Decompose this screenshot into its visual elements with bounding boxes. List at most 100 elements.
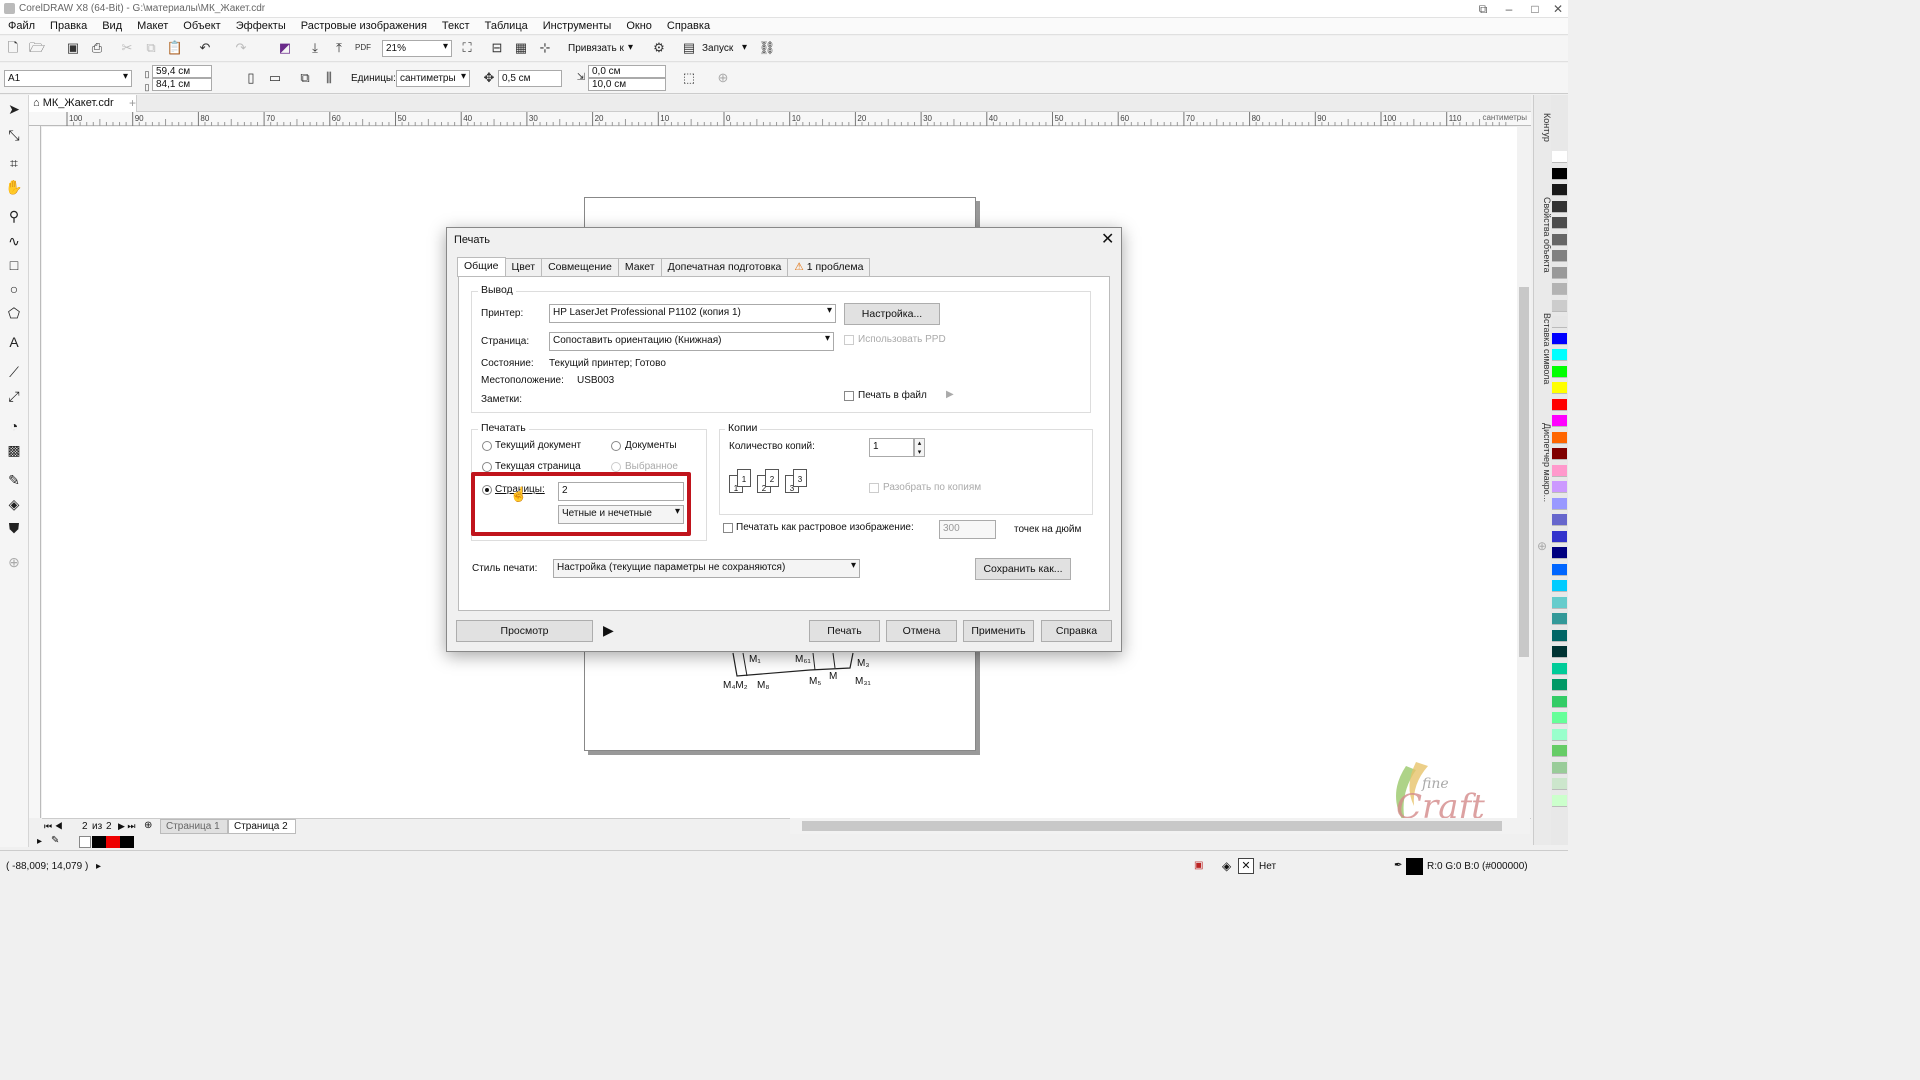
search-content-icon[interactable]: ◩ [276,39,294,57]
menu-object[interactable]: Объект [183,18,220,34]
palette-swatch[interactable] [1552,778,1567,790]
palette-swatch[interactable] [1552,728,1567,741]
palette-swatch[interactable] [1552,497,1567,510]
printer-setup-button[interactable]: Настройка... [844,303,940,325]
freehand-tool-icon[interactable]: ∿ [5,232,23,250]
minimize-button[interactable]: – [1496,0,1522,18]
show-grid-icon[interactable]: ▦ [512,39,530,57]
tab-layout[interactable]: Макет [617,258,662,276]
tab-issues[interactable]: ⚠ 1 проблема [787,258,871,276]
new-tab-icon[interactable]: + [129,96,136,110]
effects-tool-icon[interactable]: ◔ [5,417,23,435]
vertical-scrollbar[interactable] [1517,127,1531,818]
docker-macro-manager[interactable]: Диспетчер макро... [1534,423,1552,513]
palette-swatch[interactable] [1552,580,1567,592]
print-style-select[interactable]: Настройка (текущие параметры не сохраняю… [553,559,860,578]
palette-swatch[interactable] [1552,398,1567,411]
preview-button[interactable]: Просмотр [456,620,593,642]
palette-swatch[interactable] [1552,481,1567,493]
add-icon[interactable]: ⊕ [714,69,732,87]
preview-expand-icon[interactable]: ▶ [603,622,614,639]
palette-swatch[interactable] [1552,184,1567,196]
snap-to-button[interactable]: Привязать к [568,43,624,54]
pdf-icon[interactable]: PDF [354,39,372,57]
ellipse-tool-icon[interactable]: ○ [5,280,23,298]
palette-swatch[interactable] [1552,266,1567,279]
all-pages-icon[interactable]: ⧉ [296,69,314,87]
color-proof-icon[interactable]: ▣ [1194,860,1203,871]
palette-swatch[interactable] [1552,662,1567,675]
print-to-file-arrow-icon[interactable]: ▶ [946,389,954,400]
palette-swatch[interactable] [1552,250,1567,262]
import-icon[interactable]: ⤓ [306,39,324,57]
text-tool-icon[interactable]: A [5,333,23,351]
palette-swatch[interactable] [1552,382,1567,394]
palette-swatch[interactable] [1552,151,1567,163]
launch-icon[interactable]: ▤ [680,39,698,57]
print-to-file-checkbox[interactable] [844,391,854,401]
palette-swatch[interactable] [1552,695,1567,708]
copy-icon[interactable]: ⧉ [142,39,160,57]
close-icon[interactable]: ✕ [1101,229,1114,249]
palette-swatch[interactable] [1552,332,1567,345]
docker-outline[interactable]: Контур [1534,113,1552,163]
cut-icon[interactable]: ✂ [118,39,136,57]
print-as-bitmap-checkbox[interactable] [723,523,733,533]
show-guidelines-icon[interactable]: ⊹ [536,39,554,57]
palette-swatch[interactable] [1552,745,1567,757]
tab-composite[interactable]: Совмещение [541,258,619,276]
status-arrow-icon[interactable]: ▸ [96,861,101,872]
palette-swatch[interactable] [1552,794,1567,807]
palette-swatch[interactable] [1552,365,1567,378]
tab-general[interactable]: Общие [457,257,506,277]
paste-icon[interactable]: 📋 [166,39,184,57]
new-document-icon[interactable]: 🗋 [4,39,22,57]
vertical-ruler[interactable] [29,126,41,818]
palette-swatch[interactable] [1552,563,1567,576]
page-orientation-select[interactable]: Сопоставить ориентацию (Книжная) [549,332,834,351]
first-page-icon[interactable]: ⏮ ◀ [44,821,63,832]
eyedropper-icon[interactable]: ✎ [51,835,59,846]
menu-file[interactable]: Файл [8,18,35,34]
connector-tool-icon[interactable]: ⤢ [5,387,23,405]
page-height-field[interactable]: 84,1 см [152,78,212,91]
palette-swatch[interactable] [1552,448,1567,460]
units-select[interactable]: сантиметры [396,70,470,87]
pick-tool-icon[interactable]: ➤ [5,100,23,118]
no-color-swatch[interactable] [79,836,91,848]
landscape-icon[interactable]: ▭ [266,69,284,87]
shape-tool-icon[interactable]: ⤡ [5,126,23,144]
menu-table[interactable]: Таблица [485,18,528,34]
menu-help[interactable]: Справка [667,18,710,34]
black-swatch[interactable] [120,836,134,848]
chevron-down-icon[interactable]: ▾ [628,42,633,53]
save-as-button[interactable]: Сохранить как... [975,558,1071,580]
page-tab-2[interactable]: Страница 2 [228,819,296,834]
menu-tools[interactable]: Инструменты [543,18,612,34]
help-button[interactable]: Справка [1041,620,1112,642]
scroll-thumb[interactable] [802,821,1502,831]
transparency-tool-icon[interactable]: ▩ [5,441,23,459]
documents-radio[interactable] [611,441,621,451]
connect-icon[interactable]: ⛓ [758,39,776,57]
menu-layout[interactable]: Макет [137,18,168,34]
palette-swatch[interactable] [1552,431,1567,444]
rectangle-tool-icon[interactable]: □ [5,256,23,274]
add-docker-icon[interactable]: ⊕ [1537,539,1547,553]
gear-icon[interactable]: ⚙ [650,39,668,57]
full-screen-icon[interactable]: ⛶ [458,39,476,57]
show-rulers-icon[interactable]: ⊟ [488,39,506,57]
duplicate-x-field[interactable]: 0,0 см [588,65,666,78]
add-page-icon[interactable]: ⊕ [144,820,152,831]
use-ppd-checkbox[interactable] [844,335,854,345]
palette-swatch[interactable] [1552,283,1567,295]
print-icon[interactable]: ⎙ [88,39,106,57]
page-size-select[interactable]: A1 [4,70,132,87]
interactive-fill-icon[interactable]: ◈ [5,495,23,513]
close-button[interactable]: ✕ [1545,0,1571,18]
next-page-icon[interactable]: ▶ ⏭ [118,821,136,832]
palette-swatch[interactable] [1552,547,1567,559]
menu-view[interactable]: Вид [102,18,122,34]
palette-swatch[interactable] [1552,200,1567,213]
current-document-radio[interactable] [482,441,492,451]
